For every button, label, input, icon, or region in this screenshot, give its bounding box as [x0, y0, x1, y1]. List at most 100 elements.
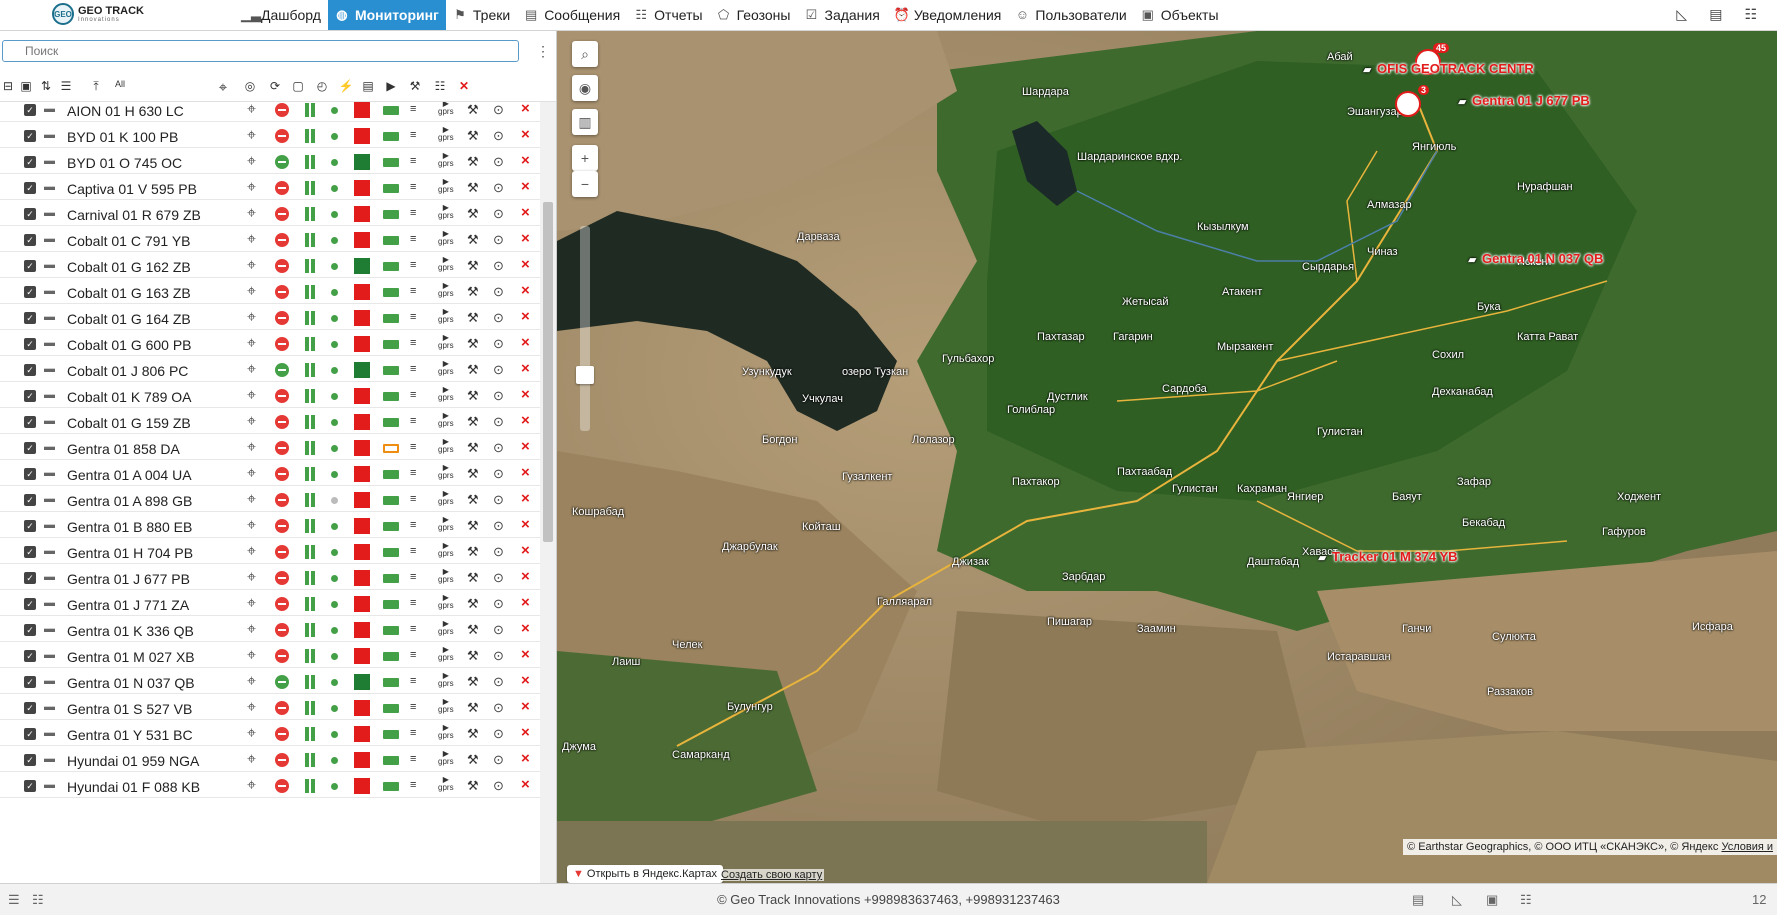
wrench-icon[interactable]: ⚒	[467, 648, 479, 664]
locate-unit-icon[interactable]: ⌖	[247, 569, 256, 587]
locate-column-icon[interactable]: ⌖	[215, 79, 231, 96]
unit-row[interactable]: ✓ ▬ Cobalt 01 G 163 ZB ⌖ ≡ ▶ gprs ⚒ ⊙ ×	[0, 278, 540, 304]
locate-unit-icon[interactable]: ⌖	[247, 283, 256, 301]
locate-unit-icon[interactable]: ⌖	[247, 465, 256, 483]
command-column-icon[interactable]: ⟳	[267, 79, 283, 93]
locate-unit-icon[interactable]: ⌖	[247, 517, 256, 535]
unit-row[interactable]: ✓ ▬ Gentra 01 A 004 UA ⌖ ≡ ▶ gprs ⚒ ⊙ ×	[0, 460, 540, 486]
zoom-slider-handle[interactable]	[576, 366, 594, 384]
info-lines-icon[interactable]: ≡	[410, 311, 417, 323]
unit-row[interactable]: ✓ ▬ Gentra 01 J 771 ZA ⌖ ≡ ▶ gprs ⚒ ⊙ ×	[0, 590, 540, 616]
unit-name[interactable]: Gentra 01 A 898 GB	[67, 493, 192, 509]
cluster-badge[interactable]: 3	[1395, 85, 1429, 117]
expand-circle-icon[interactable]: ⊙	[493, 700, 504, 716]
expand-circle-icon[interactable]: ⊙	[493, 388, 504, 404]
command-status-icon[interactable]	[275, 155, 289, 169]
command-status-icon[interactable]	[275, 311, 289, 325]
expand-circle-icon[interactable]: ⊙	[493, 596, 504, 612]
command-status-icon[interactable]	[275, 415, 289, 429]
unit-checkbox[interactable]: ✓	[24, 312, 36, 324]
command-status-icon[interactable]	[275, 571, 289, 585]
wrench-icon[interactable]: ⚒	[467, 232, 479, 248]
nav-user[interactable]: ☺ Пользователи	[1008, 0, 1133, 30]
command-status-icon[interactable]	[275, 519, 289, 533]
nav-alarm[interactable]: ⏰ Уведомления	[887, 0, 1009, 30]
unit-checkbox[interactable]: ✓	[24, 130, 36, 142]
command-status-icon[interactable]	[275, 363, 289, 377]
info-lines-icon[interactable]: ≡	[410, 285, 417, 297]
unit-name[interactable]: AION 01 H 630 LC	[67, 103, 184, 119]
vehicle-map-label[interactable]: Gentra 01 J 677 PB	[1472, 93, 1590, 108]
sort-list-icon[interactable]: ☰	[58, 79, 74, 93]
command-status-icon[interactable]	[275, 545, 289, 559]
footer-panel-icon[interactable]: ▤	[1412, 892, 1424, 908]
info-lines-icon[interactable]: ≡	[410, 441, 417, 453]
open-in-yandex-button[interactable]: ▼ Открыть в Яндекс.Картах	[567, 865, 724, 883]
locate-unit-icon[interactable]: ⌖	[247, 335, 256, 353]
expand-circle-icon[interactable]: ⊙	[493, 518, 504, 534]
unit-checkbox[interactable]: ✓	[24, 468, 36, 480]
apps-grid-icon[interactable]: ☷	[1744, 6, 1757, 23]
panel-menu-icon[interactable]: ⋮	[536, 43, 550, 60]
unit-name[interactable]: Cobalt 01 C 791 YB	[67, 233, 191, 249]
locate-unit-icon[interactable]: ⌖	[247, 127, 256, 145]
locate-unit-icon[interactable]: ⌖	[247, 673, 256, 691]
locate-unit-icon[interactable]: ⌖	[247, 179, 256, 197]
unit-row[interactable]: ✓ ▬ Hyundai 01 F 088 KB ⌖ ≡ ▶ gprs ⚒ ⊙ ×	[0, 772, 540, 798]
delete-unit-icon[interactable]: ×	[521, 102, 530, 117]
delete-unit-icon[interactable]: ×	[521, 282, 530, 299]
command-status-icon[interactable]	[275, 779, 289, 793]
expand-circle-icon[interactable]: ⊙	[493, 440, 504, 456]
unit-checkbox[interactable]: ✓	[24, 208, 36, 220]
wrench-icon[interactable]: ⚒	[467, 544, 479, 560]
expand-circle-icon[interactable]: ⊙	[493, 102, 504, 118]
unit-row[interactable]: ✓ ▬ Cobalt 01 G 164 ZB ⌖ ≡ ▶ gprs ⚒ ⊙ ×	[0, 304, 540, 330]
unit-row[interactable]: ✓ ▬ AION 01 H 630 LC ⌖ ≡ ▶ gprs ⚒ ⊙ ×	[0, 102, 540, 122]
locate-unit-icon[interactable]: ⌖	[247, 361, 256, 379]
command-status-icon[interactable]	[275, 337, 289, 351]
delete-unit-icon[interactable]: ×	[521, 204, 530, 221]
wrench-icon[interactable]: ⚒	[467, 596, 479, 612]
terms-link[interactable]: Условия и	[1721, 841, 1773, 853]
info-lines-icon[interactable]: ≡	[410, 753, 417, 765]
delete-unit-icon[interactable]: ×	[521, 620, 530, 637]
unit-checkbox[interactable]: ✓	[24, 780, 36, 792]
expand-circle-icon[interactable]: ⊙	[493, 752, 504, 768]
info-lines-icon[interactable]: ≡	[410, 181, 417, 193]
wrench-icon[interactable]: ⚒	[467, 310, 479, 326]
unit-row[interactable]: ✓ ▬ Gentra 01 N 037 QB ⌖ ≡ ▶ gprs ⚒ ⊙ ×	[0, 668, 540, 694]
wrench-icon[interactable]: ⚒	[467, 518, 479, 534]
delete-unit-icon[interactable]: ×	[521, 308, 530, 325]
expand-circle-icon[interactable]: ⊙	[493, 310, 504, 326]
command-status-icon[interactable]	[275, 701, 289, 715]
nav-bar-chart[interactable]: ▁▃ Дашборд	[234, 0, 328, 30]
locate-unit-icon[interactable]: ⌖	[247, 751, 256, 769]
info-lines-icon[interactable]: ≡	[410, 415, 417, 427]
expand-circle-icon[interactable]: ⊙	[493, 232, 504, 248]
delete-unit-icon[interactable]: ×	[521, 256, 530, 273]
info-lines-icon[interactable]: ≡	[410, 519, 417, 531]
unit-checkbox[interactable]: ✓	[24, 442, 36, 454]
expand-circle-icon[interactable]: ⊙	[493, 362, 504, 378]
unit-row[interactable]: ✓ ▬ Gentra 01 J 677 PB ⌖ ≡ ▶ gprs ⚒ ⊙ ×	[0, 564, 540, 590]
unit-name[interactable]: Hyundai 01 959 NGA	[67, 753, 199, 769]
locate-unit-icon[interactable]: ⌖	[247, 257, 256, 275]
wrench-icon[interactable]: ⚒	[467, 414, 479, 430]
info-lines-icon[interactable]: ≡	[410, 675, 417, 687]
delete-unit-icon[interactable]: ×	[521, 750, 530, 767]
delete-unit-icon[interactable]: ×	[521, 334, 530, 351]
delete-unit-icon[interactable]: ×	[521, 594, 530, 611]
unit-name[interactable]: Gentra 01 J 677 PB	[67, 571, 190, 587]
nav-checkbox[interactable]: ☑ Задания	[797, 0, 886, 30]
info-lines-icon[interactable]: ≡	[410, 259, 417, 271]
nav-polygon[interactable]: ⬠ Геозоны	[710, 0, 798, 30]
wrench-icon[interactable]: ⚒	[467, 778, 479, 794]
collapse-all-icon[interactable]: ⊟	[0, 79, 16, 93]
expand-circle-icon[interactable]: ⊙	[493, 674, 504, 690]
command-status-icon[interactable]	[275, 103, 289, 117]
unit-checkbox[interactable]: ✓	[24, 286, 36, 298]
unit-checkbox[interactable]: ✓	[24, 520, 36, 532]
footer-grid-icon[interactable]: ☷	[1520, 892, 1532, 908]
expand-circle-icon[interactable]: ⊙	[493, 154, 504, 170]
command-status-icon[interactable]	[275, 129, 289, 143]
